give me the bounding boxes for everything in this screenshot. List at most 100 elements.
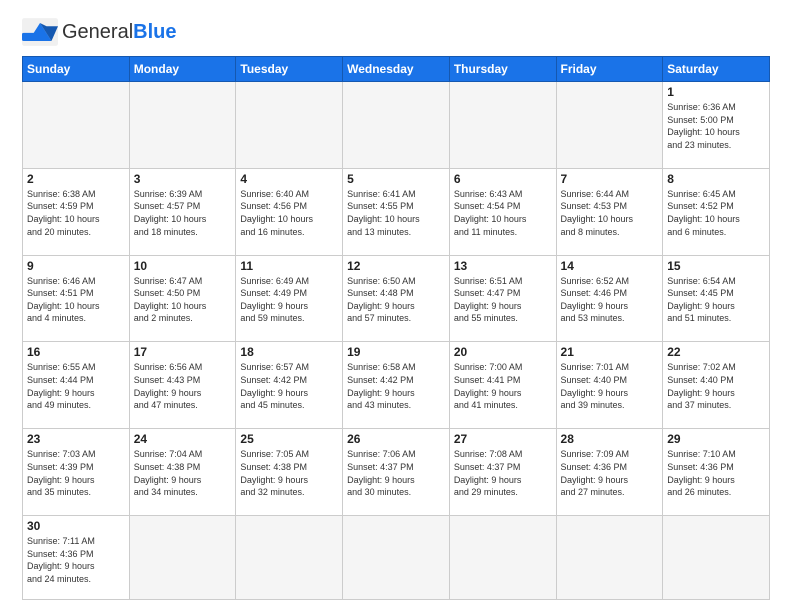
day-info: Sunrise: 7:00 AM Sunset: 4:41 PM Dayligh…	[454, 361, 552, 411]
calendar-day	[236, 82, 343, 169]
calendar-day: 24 Sunrise: 7:04 AM Sunset: 4:38 PM Dayli…	[129, 429, 236, 516]
calendar-day: 11 Sunrise: 6:49 AM Sunset: 4:49 PM Dayli…	[236, 255, 343, 342]
calendar-day: 8 Sunrise: 6:45 AM Sunset: 4:52 PM Daylig…	[663, 168, 770, 255]
weekday-header-saturday: Saturday	[663, 57, 770, 82]
day-number: 28	[561, 432, 659, 446]
calendar-day: 26 Sunrise: 7:06 AM Sunset: 4:37 PM Dayli…	[343, 429, 450, 516]
calendar-day: 12 Sunrise: 6:50 AM Sunset: 4:48 PM Dayli…	[343, 255, 450, 342]
day-info: Sunrise: 6:45 AM Sunset: 4:52 PM Dayligh…	[667, 188, 765, 238]
calendar-day: 3 Sunrise: 6:39 AM Sunset: 4:57 PM Daylig…	[129, 168, 236, 255]
day-number: 15	[667, 259, 765, 273]
day-info: Sunrise: 6:46 AM Sunset: 4:51 PM Dayligh…	[27, 275, 125, 325]
day-number: 24	[134, 432, 232, 446]
calendar-day: 14 Sunrise: 6:52 AM Sunset: 4:46 PM Dayli…	[556, 255, 663, 342]
day-info: Sunrise: 7:03 AM Sunset: 4:39 PM Dayligh…	[27, 448, 125, 498]
weekday-header-friday: Friday	[556, 57, 663, 82]
day-number: 17	[134, 345, 232, 359]
calendar-day: 17 Sunrise: 6:56 AM Sunset: 4:43 PM Dayli…	[129, 342, 236, 429]
calendar-day: 18Sunrise: 6:57 AM Sunset: 4:42 PM Dayli…	[236, 342, 343, 429]
day-number: 30	[27, 519, 125, 533]
calendar-day: 30 Sunrise: 7:11 AM Sunset: 4:36 PM Dayli…	[23, 516, 130, 600]
calendar-day: 4Sunrise: 6:40 AM Sunset: 4:56 PM Daylig…	[236, 168, 343, 255]
day-number: 11	[240, 259, 338, 273]
day-number: 22	[667, 345, 765, 359]
day-info: Sunrise: 7:08 AM Sunset: 4:37 PM Dayligh…	[454, 448, 552, 498]
day-number: 27	[454, 432, 552, 446]
day-number: 26	[347, 432, 445, 446]
day-number: 3	[134, 172, 232, 186]
day-number: 6	[454, 172, 552, 186]
day-info: Sunrise: 7:02 AM Sunset: 4:40 PM Dayligh…	[667, 361, 765, 411]
calendar-day: 19Sunrise: 6:58 AM Sunset: 4:42 PM Dayli…	[343, 342, 450, 429]
calendar-week-row: 9 Sunrise: 6:46 AM Sunset: 4:51 PM Daylig…	[23, 255, 770, 342]
day-info: Sunrise: 6:40 AM Sunset: 4:56 PM Dayligh…	[240, 188, 338, 238]
logo-icon	[22, 18, 58, 46]
day-number: 23	[27, 432, 125, 446]
day-info: Sunrise: 6:57 AM Sunset: 4:42 PM Dayligh…	[240, 361, 338, 411]
day-info: Sunrise: 6:54 AM Sunset: 4:45 PM Dayligh…	[667, 275, 765, 325]
calendar-week-row: 2Sunrise: 6:38 AM Sunset: 4:59 PM Daylig…	[23, 168, 770, 255]
calendar-day	[556, 82, 663, 169]
day-info: Sunrise: 7:04 AM Sunset: 4:38 PM Dayligh…	[134, 448, 232, 498]
day-info: Sunrise: 7:06 AM Sunset: 4:37 PM Dayligh…	[347, 448, 445, 498]
calendar-day: 16Sunrise: 6:55 AM Sunset: 4:44 PM Dayli…	[23, 342, 130, 429]
calendar: SundayMondayTuesdayWednesdayThursdayFrid…	[22, 56, 770, 600]
day-number: 21	[561, 345, 659, 359]
day-number: 10	[134, 259, 232, 273]
day-info: Sunrise: 6:41 AM Sunset: 4:55 PM Dayligh…	[347, 188, 445, 238]
day-number: 29	[667, 432, 765, 446]
day-number: 8	[667, 172, 765, 186]
day-number: 16	[27, 345, 125, 359]
day-number: 14	[561, 259, 659, 273]
day-number: 19	[347, 345, 445, 359]
calendar-day: 1Sunrise: 6:36 AM Sunset: 5:00 PM Daylig…	[663, 82, 770, 169]
calendar-day: 9 Sunrise: 6:46 AM Sunset: 4:51 PM Daylig…	[23, 255, 130, 342]
calendar-day	[663, 516, 770, 600]
day-info: Sunrise: 7:05 AM Sunset: 4:38 PM Dayligh…	[240, 448, 338, 498]
header: GeneralBlue	[22, 18, 770, 46]
day-number: 7	[561, 172, 659, 186]
day-number: 5	[347, 172, 445, 186]
logo-text: GeneralBlue	[62, 21, 177, 44]
calendar-day: 7 Sunrise: 6:44 AM Sunset: 4:53 PM Daylig…	[556, 168, 663, 255]
calendar-day	[556, 516, 663, 600]
calendar-day	[129, 82, 236, 169]
calendar-day: 6 Sunrise: 6:43 AM Sunset: 4:54 PM Daylig…	[449, 168, 556, 255]
day-info: Sunrise: 6:50 AM Sunset: 4:48 PM Dayligh…	[347, 275, 445, 325]
day-info: Sunrise: 6:52 AM Sunset: 4:46 PM Dayligh…	[561, 275, 659, 325]
day-number: 12	[347, 259, 445, 273]
day-info: Sunrise: 6:47 AM Sunset: 4:50 PM Dayligh…	[134, 275, 232, 325]
day-number: 25	[240, 432, 338, 446]
calendar-day: 28 Sunrise: 7:09 AM Sunset: 4:36 PM Dayli…	[556, 429, 663, 516]
calendar-day: 23 Sunrise: 7:03 AM Sunset: 4:39 PM Dayli…	[23, 429, 130, 516]
calendar-day: 10 Sunrise: 6:47 AM Sunset: 4:50 PM Dayli…	[129, 255, 236, 342]
calendar-day: 5 Sunrise: 6:41 AM Sunset: 4:55 PM Daylig…	[343, 168, 450, 255]
day-info: Sunrise: 6:44 AM Sunset: 4:53 PM Dayligh…	[561, 188, 659, 238]
calendar-day: 13Sunrise: 6:51 AM Sunset: 4:47 PM Dayli…	[449, 255, 556, 342]
calendar-day	[23, 82, 130, 169]
calendar-day: 29Sunrise: 7:10 AM Sunset: 4:36 PM Dayli…	[663, 429, 770, 516]
day-info: Sunrise: 6:56 AM Sunset: 4:43 PM Dayligh…	[134, 361, 232, 411]
weekday-header-thursday: Thursday	[449, 57, 556, 82]
day-info: Sunrise: 7:11 AM Sunset: 4:36 PM Dayligh…	[27, 535, 125, 585]
day-info: Sunrise: 7:09 AM Sunset: 4:36 PM Dayligh…	[561, 448, 659, 498]
calendar-day: 20Sunrise: 7:00 AM Sunset: 4:41 PM Dayli…	[449, 342, 556, 429]
calendar-day: 27 Sunrise: 7:08 AM Sunset: 4:37 PM Dayli…	[449, 429, 556, 516]
calendar-week-row: 16Sunrise: 6:55 AM Sunset: 4:44 PM Dayli…	[23, 342, 770, 429]
calendar-day	[236, 516, 343, 600]
day-number: 1	[667, 85, 765, 99]
calendar-week-row: 23 Sunrise: 7:03 AM Sunset: 4:39 PM Dayli…	[23, 429, 770, 516]
page: GeneralBlue SundayMondayTuesdayWednesday…	[0, 0, 792, 612]
day-info: Sunrise: 6:49 AM Sunset: 4:49 PM Dayligh…	[240, 275, 338, 325]
calendar-day: 15 Sunrise: 6:54 AM Sunset: 4:45 PM Dayli…	[663, 255, 770, 342]
day-info: Sunrise: 6:39 AM Sunset: 4:57 PM Dayligh…	[134, 188, 232, 238]
weekday-header-row: SundayMondayTuesdayWednesdayThursdayFrid…	[23, 57, 770, 82]
day-number: 13	[454, 259, 552, 273]
weekday-header-sunday: Sunday	[23, 57, 130, 82]
weekday-header-tuesday: Tuesday	[236, 57, 343, 82]
calendar-week-row: 1Sunrise: 6:36 AM Sunset: 5:00 PM Daylig…	[23, 82, 770, 169]
calendar-day	[449, 516, 556, 600]
day-info: Sunrise: 7:01 AM Sunset: 4:40 PM Dayligh…	[561, 361, 659, 411]
day-info: Sunrise: 6:43 AM Sunset: 4:54 PM Dayligh…	[454, 188, 552, 238]
day-number: 9	[27, 259, 125, 273]
